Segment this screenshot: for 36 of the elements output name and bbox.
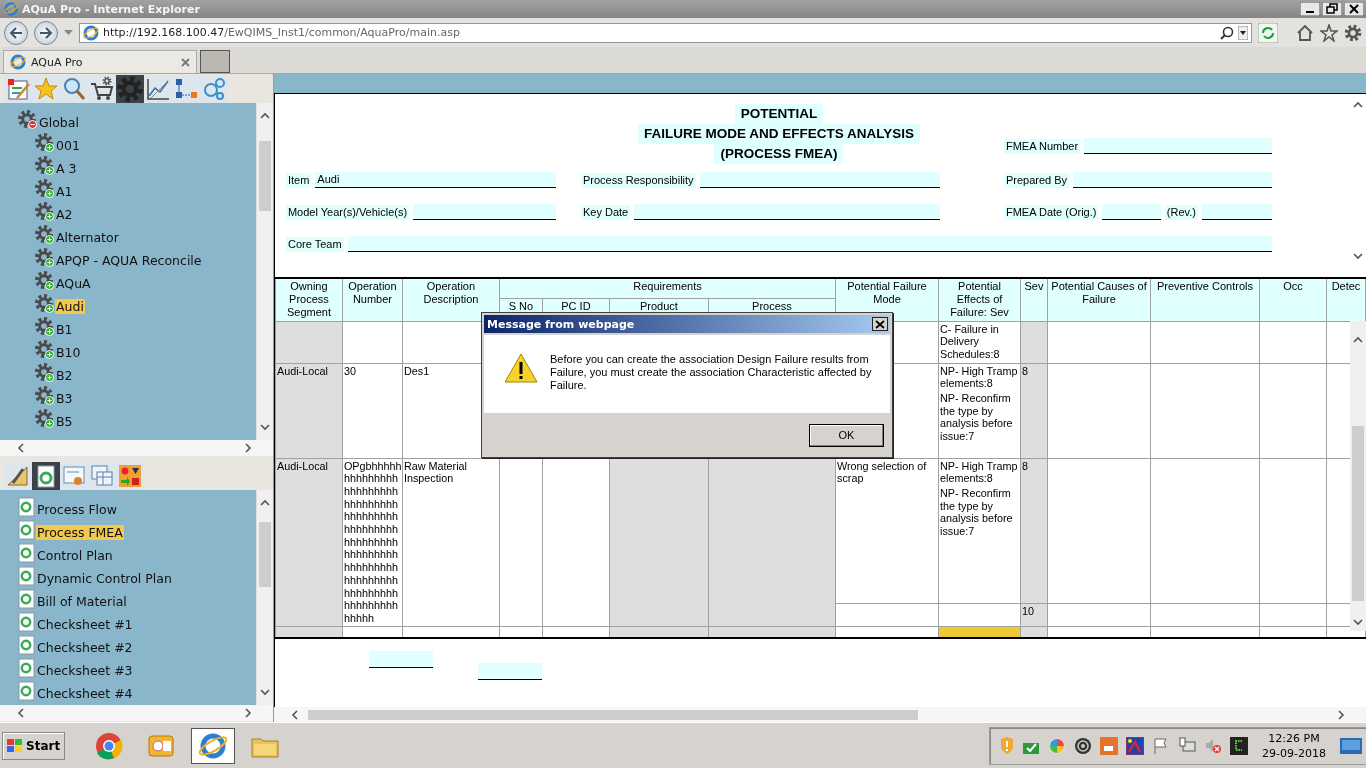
table-cell: 8 — [1020, 363, 1048, 458]
table-cell: Audi-Local — [275, 363, 343, 458]
window-title: AQuA Pro - Internet Explorer — [22, 2, 201, 16]
form-title: POTENTIAL — [734, 104, 824, 124]
field-label: Key Date — [580, 205, 631, 220]
field-label: Prepared By — [1003, 173, 1070, 188]
column-header: Potential Causes of Failure — [1047, 279, 1151, 321]
column-header: Sev — [1020, 279, 1048, 321]
column-header: Preventive Controls — [1150, 279, 1260, 321]
field-label: Item — [285, 173, 312, 188]
column-header: Detec — [1326, 279, 1366, 321]
url-text: http://192.168.100.47/EwQIMS_Inst1/common/AquaPro/main.asp — [103, 26, 461, 39]
table-cell: 8 — [1020, 458, 1048, 604]
table-cell: NP- High Tramp elements:8 NP- Reconfirm the type by analysis before issue:7 — [938, 458, 1021, 604]
column-header: Potential Effects of Failure: Sev — [938, 279, 1021, 321]
field-label: Process Responsibility — [580, 173, 696, 188]
form-title: (PROCESS FMEA) — [714, 144, 844, 164]
column-header: Occ — [1259, 279, 1327, 321]
column-header: Operation Description — [402, 279, 500, 321]
table-cell: Raw Material Inspection — [402, 458, 500, 627]
table-cell: C- Failure in Delivery Schedules:8 — [938, 321, 1021, 363]
table-cell: Wrong selection of scrap — [835, 458, 939, 604]
form-title: FAILURE MODE AND EFFECTS ANALYSIS — [637, 124, 920, 144]
field-label: FMEA Date (Orig.) — [1003, 205, 1099, 220]
field-label: Model Year(s)/Vehicle(s) — [285, 205, 410, 220]
table-cell: Audi-Local — [275, 458, 343, 627]
column-header: Requirements — [499, 279, 836, 299]
field-label: Core Team — [285, 237, 344, 252]
table-cell: 30 — [342, 363, 403, 458]
field-label: FMEA Number — [1003, 139, 1081, 154]
column-header: Owning Process Segment — [275, 279, 343, 321]
field-label: (Rev.) — [1164, 205, 1198, 220]
column-header: Operation Number — [342, 279, 403, 321]
table-cell: NP- High Tramp elements:8 NP- Reconfirm the type by analysis before issue:7 — [938, 363, 1021, 458]
table-cell: OPgbhhhhhhhhhhhhhhhhhhhhhhhhhhhhhhhhhhhhhhhhhhhhhhhhhhhhhhhhhhhhhhhhhhhhhhhhhhhhhhhhhhhhhhhhhhhhhhhhhhhhhhhhhhhhh — [342, 458, 403, 627]
dialog-message: Before you can create the association Design Failure results from Failure, you must create the association Characteristic affected by Failure. — [550, 353, 873, 393]
